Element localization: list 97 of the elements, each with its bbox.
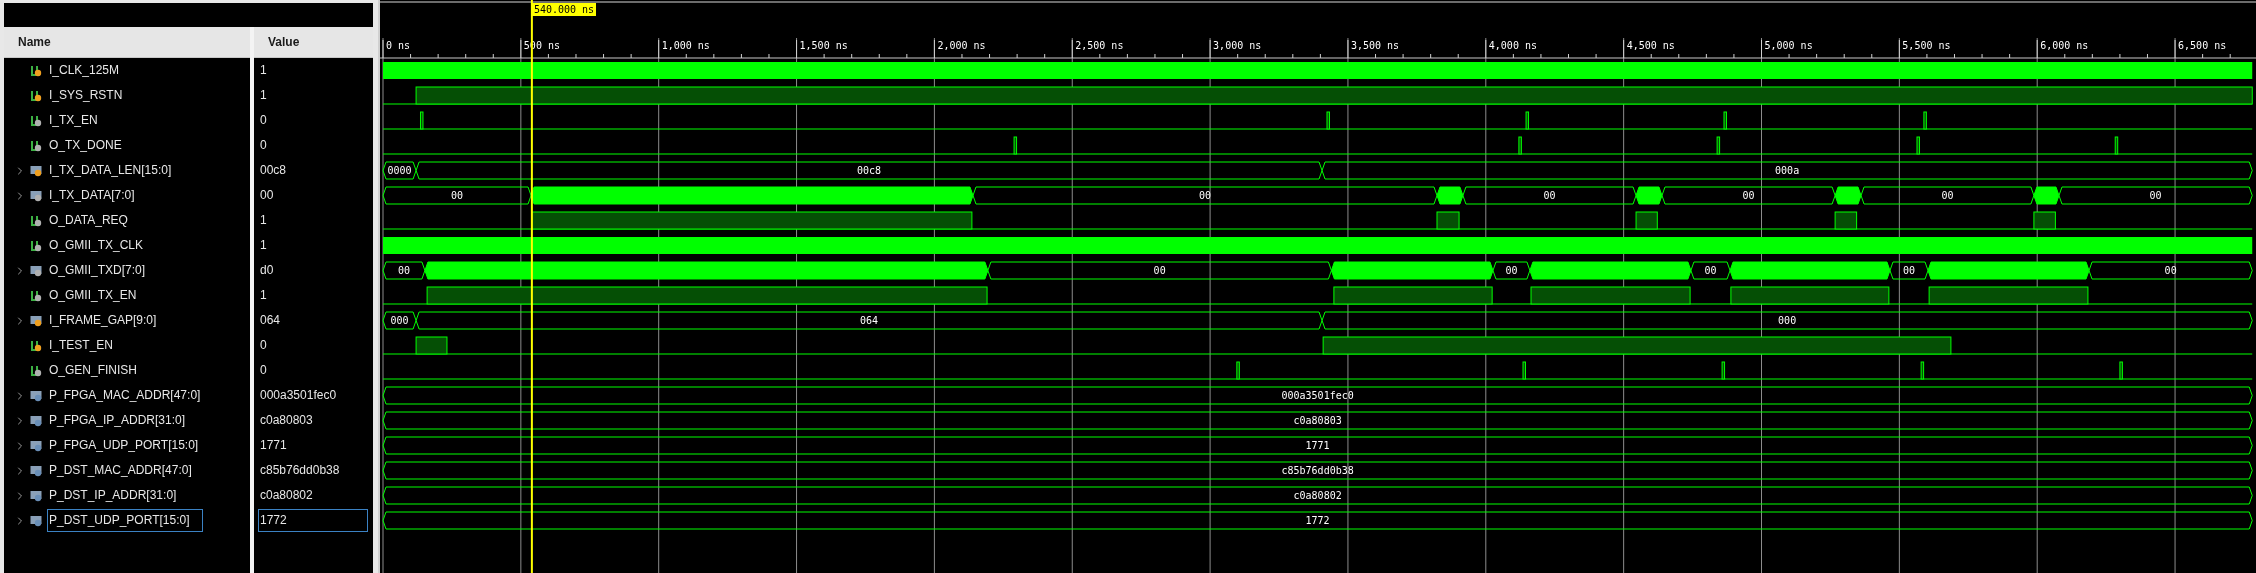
bus-value-label: 000	[390, 315, 409, 326]
bus-value-label: 00	[1941, 190, 1954, 201]
signal-value: 00	[259, 187, 275, 204]
signal-name[interactable]: I_CLK_125M	[47, 59, 122, 82]
bus-signal-icon	[30, 389, 43, 402]
bus-value-label: 00	[1543, 190, 1556, 201]
bus-signal-icon	[30, 414, 43, 427]
bus-signal-icon	[30, 514, 43, 527]
wire-signal-icon	[30, 114, 43, 127]
bus-value-label: 000a	[1775, 165, 1800, 176]
bus-value-label: c0a80802	[1293, 490, 1342, 501]
signal-value: 1	[259, 287, 268, 304]
bus-signal-icon	[30, 464, 43, 477]
bus-value-label: 00	[2164, 265, 2177, 276]
bus-value-label: 1772	[1305, 515, 1330, 526]
bus-value-label: 00	[1153, 265, 1166, 276]
signal-value: c0a80802	[259, 487, 314, 504]
time-tick-label: 1,500 ns	[799, 40, 848, 51]
wire-signal-icon	[30, 339, 43, 352]
time-tick-label: 6,000 ns	[2040, 40, 2089, 51]
time-tick-label: 3,500 ns	[1350, 40, 1400, 51]
wire-signal-icon	[30, 89, 43, 102]
signal-name[interactable]: I_TX_DATA[7:0]	[47, 184, 137, 207]
bus-value-label: 064	[860, 315, 879, 326]
bus-signal-icon	[30, 189, 43, 202]
signal-name[interactable]: I_TEST_EN	[47, 334, 116, 357]
bus-value-label: 00	[1903, 265, 1915, 276]
bus-value-label: c0a80803	[1293, 415, 1342, 426]
signal-name[interactable]: I_FRAME_GAP[9:0]	[47, 309, 159, 332]
signal-name[interactable]: O_GEN_FINISH	[47, 359, 140, 382]
signal-value: 1	[259, 62, 268, 79]
signal-name[interactable]: O_GMII_TXD[7:0]	[47, 259, 148, 282]
signal-value: 0	[259, 362, 268, 379]
bus-value-label: 00	[1505, 265, 1518, 276]
value-column-header[interactable]: Value	[254, 27, 373, 58]
time-tick-label: 6,500 ns	[2178, 40, 2227, 51]
bus-value-label: 000	[1778, 315, 1797, 326]
cursor-time-label: 540.000 ns	[531, 3, 597, 16]
signal-name[interactable]: P_FPGA_UDP_PORT[15:0]	[47, 434, 201, 457]
time-tick-label: 4,000 ns	[1488, 40, 1537, 51]
signal-name[interactable]: I_TX_DATA_LEN[15:0]	[47, 159, 174, 182]
bus-value-label: 00	[397, 265, 410, 276]
time-tick-label: 2,500 ns	[1075, 40, 1124, 51]
wire-signal-icon	[30, 239, 43, 252]
bus-value-label: 00	[1704, 265, 1717, 276]
time-tick-label: 1,000 ns	[661, 40, 710, 51]
bus-signal-icon	[30, 489, 43, 502]
signal-value: 1772	[258, 509, 368, 532]
wire-signal-icon	[30, 139, 43, 152]
bus-value-label: 00	[451, 190, 464, 201]
bus-value-label: 00c8	[857, 165, 882, 176]
bus-signal-icon	[30, 314, 43, 327]
wire-signal-icon	[30, 364, 43, 377]
bus-value-label: c85b76dd0b38	[1281, 465, 1354, 476]
bus-value-label: 000a3501fec0	[1281, 390, 1354, 401]
signal-value: 064	[259, 312, 282, 329]
bus-value-label: 00	[1199, 190, 1211, 201]
time-tick-label: 5,000 ns	[1764, 40, 1813, 51]
signal-name[interactable]: P_FPGA_IP_ADDR[31:0]	[47, 409, 188, 432]
signal-value: 1	[259, 212, 268, 229]
signal-name[interactable]: P_DST_IP_ADDR[31:0]	[47, 484, 179, 507]
signal-name[interactable]: P_DST_MAC_ADDR[47:0]	[47, 459, 194, 482]
signal-value: d0	[259, 262, 275, 279]
time-tick-label: 2,000 ns	[937, 40, 986, 51]
signal-name[interactable]: I_SYS_RSTN	[47, 84, 125, 107]
name-column-header[interactable]: Name	[4, 27, 250, 58]
wire-signal-icon	[30, 64, 43, 77]
signal-value: 0	[259, 137, 268, 154]
wire-signal-icon	[30, 289, 43, 302]
time-tick-label: 5,500 ns	[1902, 40, 1951, 51]
signal-name[interactable]: O_GMII_TX_CLK	[47, 234, 146, 257]
bus-signal-icon	[30, 439, 43, 452]
signal-name[interactable]: O_TX_DONE	[47, 134, 124, 157]
signal-value: c85b76dd0b38	[259, 462, 341, 479]
bus-value-label: 1771	[1305, 440, 1330, 451]
wire-signal-icon	[30, 214, 43, 227]
bus-signal-icon	[30, 264, 43, 277]
signal-value: 000a3501fec0	[259, 387, 338, 404]
time-tick-label: 0 ns	[386, 40, 411, 51]
signal-name[interactable]: I_TX_EN	[47, 109, 100, 132]
bus-signal-icon	[30, 164, 43, 177]
signal-name[interactable]: P_FPGA_MAC_ADDR[47:0]	[47, 384, 203, 407]
signal-value: c0a80803	[259, 412, 314, 429]
bus-value-label: 0000	[387, 165, 412, 176]
signal-value: 0	[259, 112, 268, 129]
signal-value: 0	[259, 337, 268, 354]
bus-value-label: 00	[1742, 190, 1755, 201]
signal-name[interactable]: P_DST_UDP_PORT[15:0]	[47, 509, 203, 532]
signal-value: 1	[259, 87, 268, 104]
signal-name[interactable]: O_DATA_REQ	[47, 209, 130, 232]
bus-value-label: 00	[2149, 190, 2162, 201]
signal-value: 1	[259, 237, 268, 254]
time-tick-label: 4,500 ns	[1626, 40, 1675, 51]
signal-value: 00c8	[259, 162, 288, 179]
signal-name[interactable]: O_GMII_TX_EN	[47, 284, 139, 307]
time-tick-label: 3,000 ns	[1213, 40, 1262, 51]
signal-value: 1771	[259, 437, 288, 454]
